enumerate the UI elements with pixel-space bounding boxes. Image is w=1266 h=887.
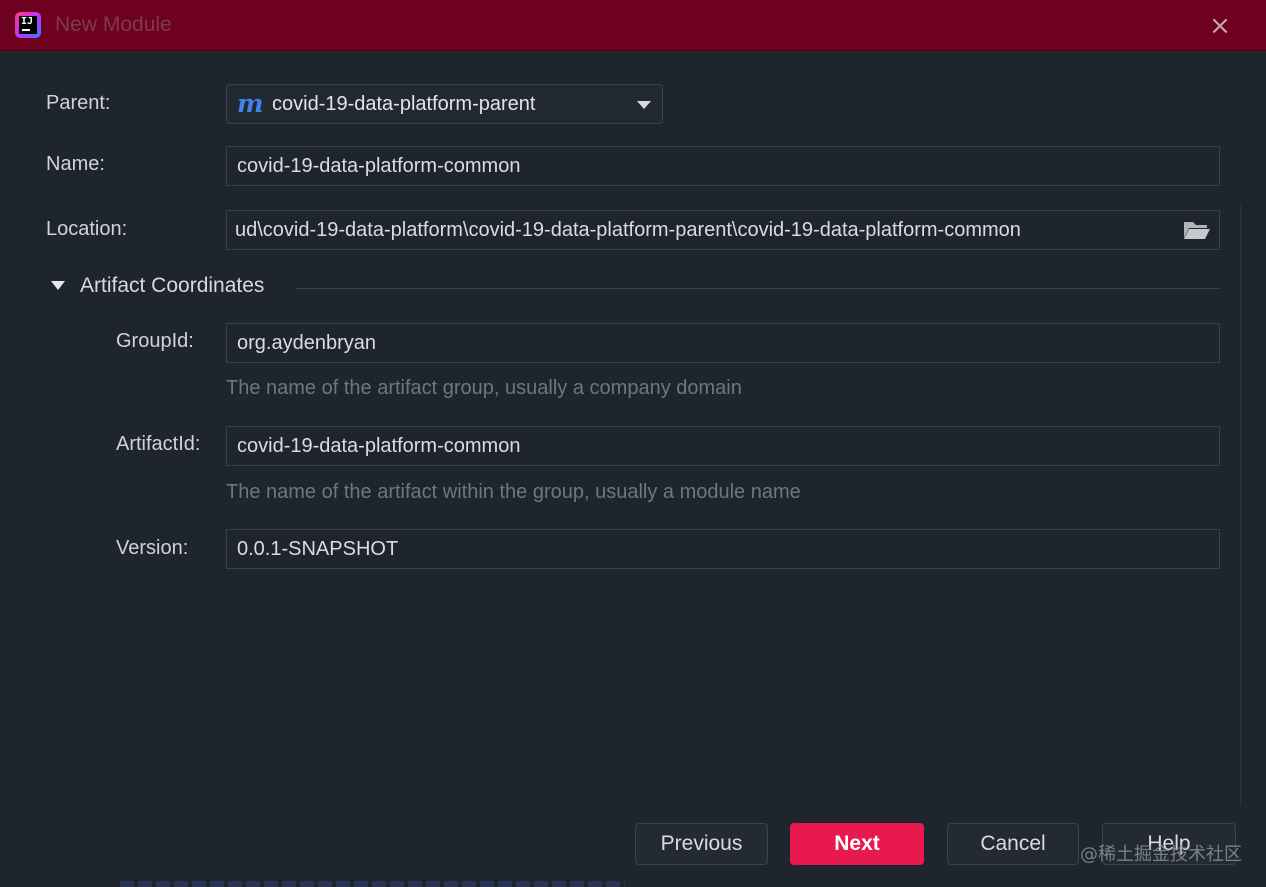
previous-button[interactable]: Previous	[635, 823, 768, 865]
cancel-button[interactable]: Cancel	[947, 823, 1079, 865]
name-label: Name:	[46, 153, 105, 175]
location-input[interactable]: ud\covid-19-data-platform\covid-19-data-…	[226, 210, 1220, 250]
groupid-input[interactable]: org.aydenbryan	[226, 323, 1220, 363]
folder-open-icon[interactable]	[1183, 219, 1211, 241]
parent-label: Parent:	[46, 92, 111, 114]
artifactid-label: ArtifactId:	[116, 433, 201, 455]
parent-dropdown[interactable]: m covid-19-data-platform-parent	[226, 84, 663, 124]
chevron-down-icon	[637, 101, 651, 109]
title-bar: IJ New Module ×	[0, 0, 1266, 51]
next-button[interactable]: Next	[790, 823, 924, 865]
location-label: Location:	[46, 218, 128, 240]
groupid-hint: The name of the artifact group, usually …	[226, 377, 742, 399]
groupid-label: GroupId:	[116, 330, 194, 352]
background-window-strip	[120, 881, 625, 887]
parent-value: covid-19-data-platform-parent	[272, 93, 536, 115]
artifact-coordinates-title[interactable]: Artifact Coordinates	[80, 274, 264, 298]
version-input[interactable]: 0.0.1-SNAPSHOT	[226, 529, 1220, 569]
section-divider	[295, 288, 1220, 289]
window-title: New Module	[55, 13, 172, 36]
intellij-app-icon: IJ	[15, 12, 41, 38]
close-icon[interactable]: ×	[1206, 12, 1234, 40]
artifactid-input[interactable]: covid-19-data-platform-common	[226, 426, 1220, 466]
maven-icon: m	[237, 89, 264, 118]
scrollbar-track	[1240, 205, 1241, 805]
artifactid-hint: The name of the artifact within the grou…	[226, 481, 801, 503]
name-input[interactable]: covid-19-data-platform-common	[226, 146, 1220, 186]
collapse-triangle-icon[interactable]	[51, 281, 65, 290]
watermark: @稀土掘金技术社区	[1080, 844, 1242, 865]
version-label: Version:	[116, 537, 189, 559]
